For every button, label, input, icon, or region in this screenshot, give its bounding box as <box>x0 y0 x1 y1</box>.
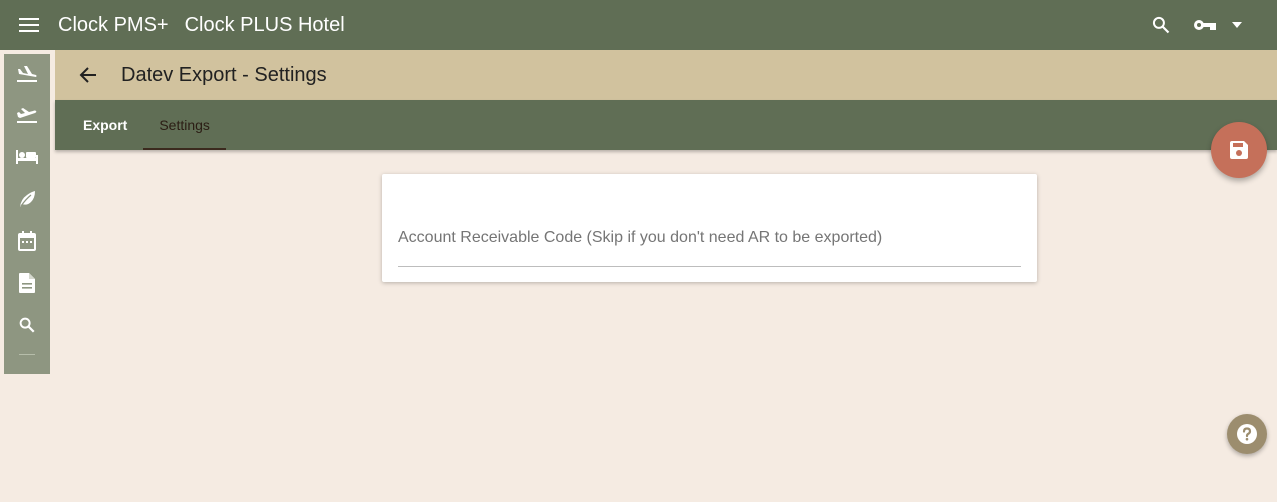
hotel-name[interactable]: Clock PLUS Hotel <box>185 14 345 37</box>
sidebar-divider <box>19 354 35 355</box>
menu-button[interactable] <box>0 0 58 50</box>
sidebar-item-departures[interactable] <box>4 94 50 136</box>
flight-takeoff-icon <box>17 108 37 123</box>
leaf-icon <box>20 191 35 207</box>
page-header: Datev Export - Settings <box>55 50 1277 100</box>
bed-icon <box>16 150 38 164</box>
global-search-button[interactable] <box>1137 0 1185 50</box>
key-icon <box>1194 20 1216 30</box>
caret-down-icon <box>1232 22 1242 28</box>
search-icon <box>19 317 35 333</box>
sidebar-item-documents[interactable] <box>4 262 50 304</box>
sidebar-item-arrivals[interactable] <box>4 54 50 94</box>
help-button[interactable] <box>1227 414 1267 454</box>
side-nav <box>4 54 50 374</box>
sidebar-item-housekeeping[interactable] <box>4 178 50 220</box>
menu-icon <box>19 18 39 32</box>
ar-code-input[interactable] <box>398 224 1021 254</box>
app-name[interactable]: Clock PMS+ <box>58 14 169 37</box>
tab-bar: Export Settings <box>55 100 1277 150</box>
top-actions <box>1137 0 1277 50</box>
tab-export[interactable]: Export <box>67 100 143 150</box>
sidebar-item-calendar[interactable] <box>4 220 50 262</box>
calendar-icon <box>18 231 36 251</box>
settings-card: Account Receivable Code (Skip if you don… <box>382 174 1037 282</box>
ar-code-field: Account Receivable Code (Skip if you don… <box>398 214 1021 267</box>
search-icon <box>1152 16 1170 34</box>
user-menu-button[interactable] <box>1193 18 1243 32</box>
page-title: Datev Export - Settings <box>121 63 327 86</box>
sidebar-item-rooms[interactable] <box>4 136 50 178</box>
back-button[interactable] <box>55 50 121 100</box>
help-icon <box>1237 424 1257 444</box>
save-icon <box>1230 141 1248 159</box>
save-button[interactable] <box>1211 122 1267 178</box>
document-icon <box>19 273 35 293</box>
sidebar-item-search[interactable] <box>4 304 50 346</box>
arrow-back-icon <box>79 67 96 83</box>
flight-land-icon <box>17 66 37 82</box>
tab-settings[interactable]: Settings <box>143 100 226 150</box>
top-app-bar: Clock PMS+ Clock PLUS Hotel <box>0 0 1277 50</box>
